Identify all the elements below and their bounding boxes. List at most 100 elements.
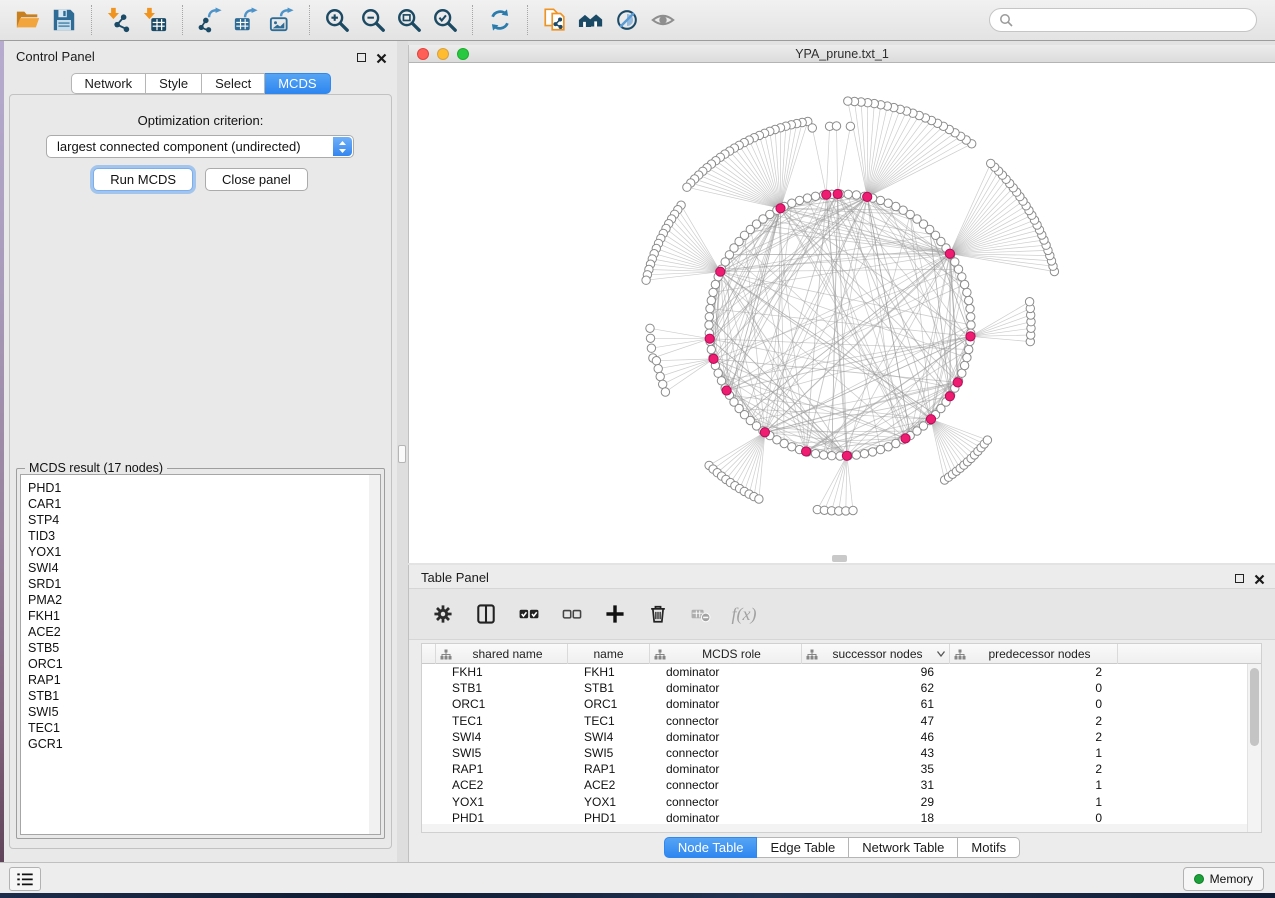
share-document-button[interactable] xyxy=(539,4,571,36)
network-hscroll-thumb[interactable] xyxy=(832,555,847,562)
row-gutter xyxy=(422,680,436,696)
column-header-shared-name[interactable]: shared name xyxy=(436,644,568,664)
panel-splitter[interactable] xyxy=(397,41,408,862)
cell: STB1 xyxy=(568,680,650,696)
settings-gear-button[interactable] xyxy=(429,600,457,628)
result-node[interactable]: STP4 xyxy=(28,512,380,528)
network-canvas-svg[interactable] xyxy=(409,63,1275,563)
select-all-button[interactable] xyxy=(515,600,543,628)
add-column-button[interactable] xyxy=(601,600,629,628)
result-node[interactable]: TID3 xyxy=(28,528,380,544)
zoom-out-button[interactable] xyxy=(357,4,389,36)
table-panel-titlebar: Table Panel xyxy=(409,565,1275,587)
table-hscroll[interactable] xyxy=(422,824,1247,832)
result-node[interactable]: TEC1 xyxy=(28,720,380,736)
tab-network-table[interactable]: Network Table xyxy=(849,837,958,858)
result-node[interactable]: PHD1 xyxy=(28,480,380,496)
close-mcds-panel-button[interactable]: Close panel xyxy=(205,168,308,191)
result-node[interactable]: ACE2 xyxy=(28,624,380,640)
export-network-button[interactable] xyxy=(194,4,226,36)
chevron-up-down-icon xyxy=(338,140,347,154)
cell: 62 xyxy=(802,680,950,696)
column-header-predecessor-nodes[interactable]: predecessor nodes xyxy=(950,644,1118,664)
houses-button[interactable] xyxy=(575,4,607,36)
control-panel-title: Control Panel xyxy=(16,49,95,64)
result-node[interactable]: PMA2 xyxy=(28,592,380,608)
toolbar-separator xyxy=(309,5,310,35)
cell-filler xyxy=(1118,680,1261,696)
zoom-fit-button[interactable] xyxy=(393,4,425,36)
run-mcds-button[interactable]: Run MCDS xyxy=(93,168,193,191)
result-node[interactable]: STB5 xyxy=(28,640,380,656)
result-node[interactable]: RAP1 xyxy=(28,672,380,688)
table-mode-button[interactable] xyxy=(472,600,500,628)
table-row[interactable]: FKH1FKH1dominator962 xyxy=(422,664,1261,680)
table-row[interactable]: TEC1TEC1connector472 xyxy=(422,713,1261,729)
import-table-button[interactable] xyxy=(139,4,171,36)
cell: ORC1 xyxy=(436,696,568,712)
delete-column-button[interactable] xyxy=(644,600,672,628)
result-list-scrollbar[interactable] xyxy=(369,475,380,834)
refresh-button[interactable] xyxy=(484,4,516,36)
sitemap-icon xyxy=(806,649,818,660)
dropdown-stepper xyxy=(333,137,352,156)
result-node[interactable]: CAR1 xyxy=(28,496,380,512)
table-row[interactable]: SWI4SWI4dominator462 xyxy=(422,729,1261,745)
show-eye-button[interactable] xyxy=(647,4,679,36)
tab-node-table[interactable]: Node Table xyxy=(664,837,758,858)
toolbar-separator xyxy=(472,5,473,35)
column-header-name[interactable]: name xyxy=(568,644,650,664)
close-table-panel-button[interactable] xyxy=(1254,574,1265,585)
deselect-all-button[interactable] xyxy=(558,600,586,628)
result-node[interactable]: SWI5 xyxy=(28,704,380,720)
node-table[interactable]: shared namenameMCDS rolesuccessor nodesp… xyxy=(421,643,1262,833)
splitter-grip[interactable] xyxy=(398,445,406,463)
result-node[interactable]: ORC1 xyxy=(28,656,380,672)
result-node[interactable]: STB1 xyxy=(28,688,380,704)
table-row[interactable]: STB1STB1dominator620 xyxy=(422,680,1261,696)
column-header-MCDS-role[interactable]: MCDS role xyxy=(650,644,802,664)
search-icon xyxy=(999,13,1013,27)
table-row[interactable]: RAP1RAP1dominator352 xyxy=(422,761,1261,777)
open-folder-button[interactable] xyxy=(12,4,44,36)
result-node[interactable]: YOX1 xyxy=(28,544,380,560)
criterion-dropdown[interactable]: largest connected component (undirected) xyxy=(46,135,354,158)
result-node[interactable]: SWI4 xyxy=(28,560,380,576)
search-box[interactable] xyxy=(989,8,1257,32)
result-node[interactable]: GCR1 xyxy=(28,736,380,752)
export-image-button[interactable] xyxy=(266,4,298,36)
tab-mcds[interactable]: MCDS xyxy=(265,73,330,94)
import-network-button[interactable] xyxy=(103,4,135,36)
status-menu-button[interactable] xyxy=(9,867,41,891)
zoom-selected-button[interactable] xyxy=(429,4,461,36)
network-canvas[interactable] xyxy=(409,63,1275,563)
export-table-button[interactable] xyxy=(230,4,262,36)
table-row[interactable]: SWI5SWI5connector431 xyxy=(422,745,1261,761)
tab-network[interactable]: Network xyxy=(70,73,146,94)
table-vscroll[interactable] xyxy=(1247,664,1261,832)
tab-select[interactable]: Select xyxy=(202,73,265,94)
delete-table-icon xyxy=(689,602,713,626)
result-node[interactable]: SRD1 xyxy=(28,576,380,592)
mcds-result-list[interactable]: PHD1CAR1STP4TID3YOX1SWI4SRD1PMA2FKH1ACE2… xyxy=(20,474,381,835)
memory-button[interactable]: Memory xyxy=(1183,867,1264,891)
cell: 1 xyxy=(950,745,1118,761)
float-control-panel-button[interactable] xyxy=(357,49,366,67)
table-row[interactable]: ORC1ORC1dominator610 xyxy=(422,696,1261,712)
zoom-in-button[interactable] xyxy=(321,4,353,36)
table-row[interactable]: YOX1YOX1connector291 xyxy=(422,794,1261,810)
tab-style[interactable]: Style xyxy=(146,73,202,94)
hide-details-button[interactable] xyxy=(611,4,643,36)
search-input[interactable] xyxy=(1013,13,1247,27)
node-table-header[interactable]: shared namenameMCDS rolesuccessor nodesp… xyxy=(422,644,1261,664)
table-vscroll-thumb[interactable] xyxy=(1250,668,1259,746)
table-row[interactable]: ACE2ACE2connector311 xyxy=(422,777,1261,793)
close-control-panel-button[interactable] xyxy=(376,53,387,64)
tab-edge-table[interactable]: Edge Table xyxy=(757,837,849,858)
tab-motifs[interactable]: Motifs xyxy=(958,837,1020,858)
save-button[interactable] xyxy=(48,4,80,36)
result-node[interactable]: FKH1 xyxy=(28,608,380,624)
float-table-panel-button[interactable] xyxy=(1235,570,1244,588)
column-header-successor-nodes[interactable]: successor nodes xyxy=(802,644,950,664)
add-column-icon xyxy=(603,602,627,626)
